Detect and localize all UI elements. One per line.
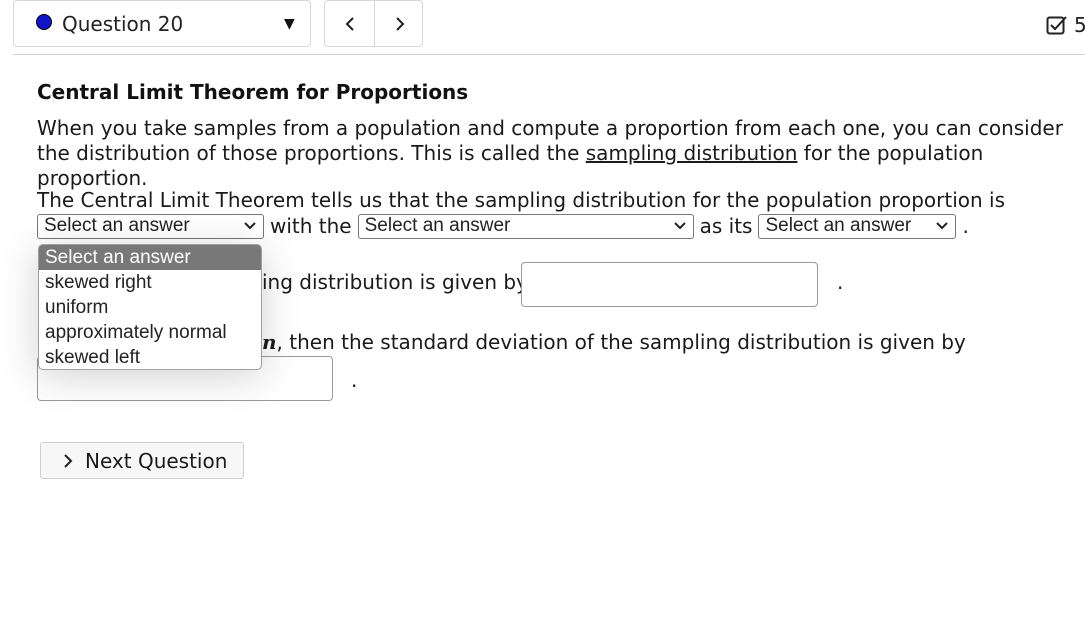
sample-size-variable: n <box>262 330 277 354</box>
dropdown-option[interactable]: skewed right <box>39 270 261 295</box>
mean-period: . <box>837 270 844 294</box>
score-count: 5 <box>1074 13 1085 37</box>
question-selector[interactable]: Question 20 ▼ <box>13 0 311 47</box>
dropdown-option[interactable]: approximately normal <box>39 320 261 345</box>
sd-period: . <box>351 368 358 392</box>
mean-answer-input[interactable] <box>521 262 818 307</box>
clt-sentence: The Central Limit Theorem tells us that … <box>37 188 1006 212</box>
chevron-down-icon <box>244 222 256 230</box>
chevron-down-icon <box>936 222 949 230</box>
shape-select-value: Select an answer <box>44 215 190 236</box>
next-question-nav-button[interactable] <box>375 1 424 46</box>
question-label: Question 20 <box>62 12 184 36</box>
next-question-button[interactable]: Next Question <box>40 442 244 479</box>
answer-line: Select an answer with the Select an answ… <box>37 213 969 239</box>
sentence-period: . <box>962 214 969 238</box>
dropdown-option[interactable]: uniform <box>39 295 261 320</box>
dropdown-option[interactable]: skewed left <box>39 345 261 369</box>
previous-question-button[interactable] <box>325 1 375 46</box>
next-question-label: Next Question <box>85 448 228 473</box>
center-select[interactable]: Select an answer <box>357 213 694 239</box>
center-select-value: Select an answer <box>364 215 511 236</box>
sd-prompt-text: , then the standard deviation of the sam… <box>276 330 966 354</box>
score-indicator[interactable]: 5 <box>1046 13 1085 37</box>
chevron-down-icon <box>673 222 686 230</box>
chevron-right-icon <box>64 453 73 468</box>
question-status-dot <box>36 14 52 30</box>
intro-paragraph: When you take samples from a population … <box>37 116 1077 191</box>
checkbox-check-icon <box>1046 16 1067 35</box>
spread-select-value: Select an answer <box>765 215 912 236</box>
question-nav <box>324 0 423 47</box>
chevron-left-icon <box>345 16 354 31</box>
as-its-text: as its <box>699 214 753 238</box>
dropdown-caret-icon: ▼ <box>284 16 295 32</box>
chevron-right-icon <box>395 16 404 31</box>
with-the-text: with the <box>270 214 352 238</box>
sampling-distribution-link[interactable]: sampling distribution <box>586 141 798 165</box>
shape-select[interactable]: Select an answer <box>37 213 264 239</box>
spread-select[interactable]: Select an answer <box>758 213 957 239</box>
sd-prompt: n, then the standard deviation of the sa… <box>262 330 966 354</box>
dropdown-option[interactable]: Select an answer <box>39 245 261 270</box>
question-title: Central Limit Theorem for Proportions <box>37 80 469 104</box>
header-divider <box>13 54 1085 55</box>
shape-dropdown-list[interactable]: Select an answer skewed right uniform ap… <box>38 244 262 370</box>
mean-prompt: ing distribution is given by <box>262 270 528 294</box>
